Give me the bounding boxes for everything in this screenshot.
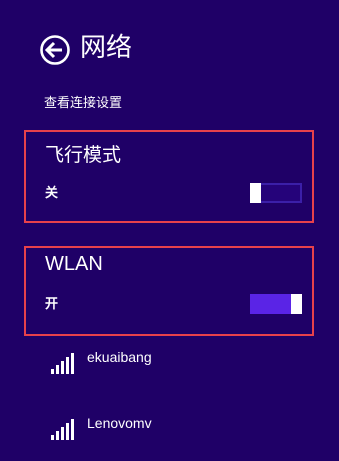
back-arrow-circle-icon bbox=[40, 35, 70, 65]
toggle-thumb[interactable] bbox=[250, 183, 261, 203]
wlan-title: WLAN bbox=[45, 253, 103, 275]
wifi-signal-icon bbox=[51, 419, 74, 440]
network-item-ekuaibang[interactable]: ekuaibang bbox=[44, 346, 304, 382]
view-connection-settings-link[interactable]: 查看连接设置 bbox=[44, 95, 122, 113]
page-title: 网络 bbox=[80, 33, 133, 63]
network-name: ekuaibang bbox=[87, 349, 152, 365]
toggle-thumb[interactable] bbox=[291, 294, 302, 314]
airplane-mode-state-label: 关 bbox=[45, 186, 59, 201]
wlan-state-label: 开 bbox=[45, 297, 59, 312]
back-button[interactable] bbox=[39, 34, 71, 66]
network-item-lenovomv[interactable]: Lenovomv bbox=[44, 412, 304, 448]
airplane-mode-toggle[interactable] bbox=[250, 183, 302, 203]
wifi-signal-icon bbox=[51, 353, 74, 374]
wlan-toggle[interactable] bbox=[250, 294, 302, 314]
airplane-mode-title: 飞行模式 bbox=[45, 144, 122, 166]
network-name: Lenovomv bbox=[87, 415, 152, 431]
